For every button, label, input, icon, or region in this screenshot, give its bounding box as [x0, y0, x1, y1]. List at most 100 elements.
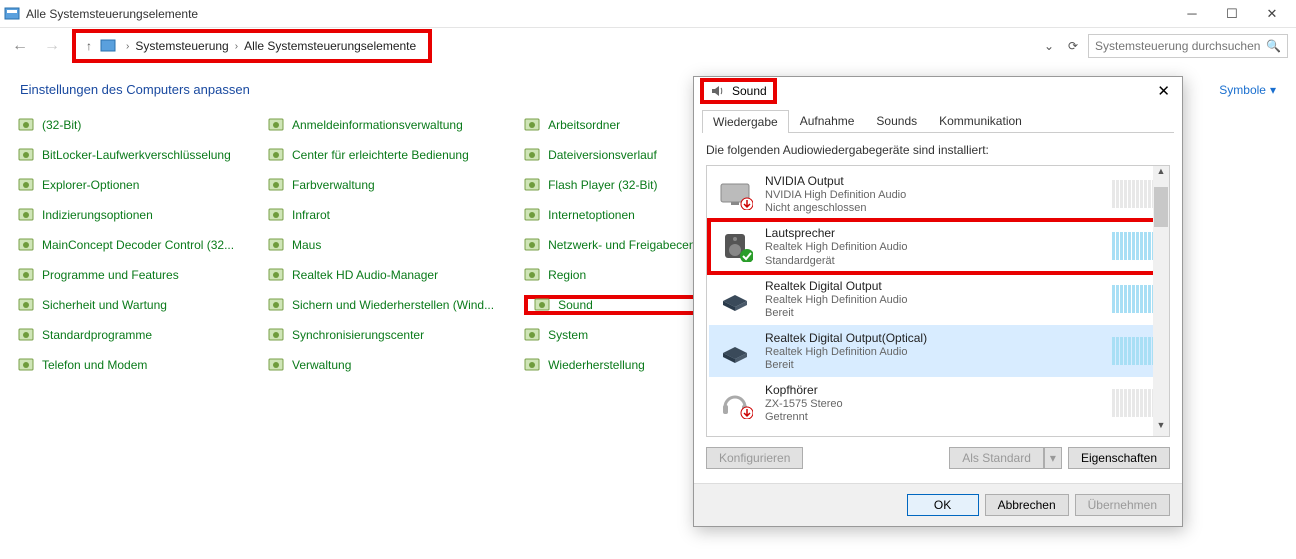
cp-item-icon: [268, 177, 284, 193]
cp-item-center-f-r-erleichterte-bedienung[interactable]: Center für erleichterte Bedienung: [268, 145, 494, 165]
cp-item-bitlocker-laufwerkverschl-sselung[interactable]: BitLocker-Laufwerkverschlüsselung: [18, 145, 238, 165]
device-status: Bereit: [765, 307, 1100, 319]
cp-item-label: Arbeitsordner: [548, 118, 620, 132]
search-box[interactable]: 🔍: [1088, 34, 1288, 58]
cp-item-label: Infrarot: [292, 208, 330, 222]
device-row[interactable]: Realtek Digital Output(Optical)Realtek H…: [709, 325, 1167, 377]
control-panel-icon: [100, 38, 116, 54]
scroll-up-button[interactable]: ▲: [1153, 166, 1169, 182]
forward-button[interactable]: →: [40, 37, 64, 55]
cp-item-32-bit[interactable]: (32-Bit): [18, 115, 238, 135]
apply-button[interactable]: Übernehmen: [1075, 494, 1170, 516]
cp-item-icon: [18, 147, 34, 163]
device-driver: Realtek High Definition Audio: [765, 293, 1100, 307]
cp-item-synchronisierungscenter[interactable]: Synchronisierungscenter: [268, 325, 494, 345]
breadcrumb[interactable]: ↑ › Systemsteuerung › Alle Systemsteueru…: [72, 29, 432, 63]
breadcrumb-root[interactable]: Systemsteuerung: [135, 39, 228, 53]
device-icon: [717, 336, 753, 366]
cp-item-label: MainConcept Decoder Control (32...: [42, 238, 234, 252]
window-title: Alle Systemsteuerungselemente: [26, 7, 1172, 21]
configure-button[interactable]: Konfigurieren: [706, 447, 803, 469]
view-label: Symbole: [1219, 83, 1266, 97]
cp-item-icon: [268, 267, 284, 283]
tab-strip: WiedergabeAufnahmeSoundsKommunikation: [702, 109, 1174, 133]
cp-item-standardprogramme[interactable]: Standardprogramme: [18, 325, 238, 345]
dialog-titlebar: Sound ✕: [694, 77, 1182, 105]
cp-item-infrarot[interactable]: Infrarot: [268, 205, 494, 225]
cp-item-verwaltung[interactable]: Verwaltung: [268, 355, 494, 375]
device-status: Standardgerät: [765, 255, 1100, 267]
device-status: Bereit: [765, 359, 1100, 371]
cp-item-label: Wiederherstellung: [548, 358, 645, 372]
device-driver: NVIDIA High Definition Audio: [765, 188, 1100, 202]
cp-item-label: Explorer-Optionen: [42, 178, 139, 192]
cp-item-realtek-hd-audio-manager[interactable]: Realtek HD Audio-Manager: [268, 265, 494, 285]
cp-item-indizierungsoptionen[interactable]: Indizierungsoptionen: [18, 205, 238, 225]
cp-item-farbverwaltung[interactable]: Farbverwaltung: [268, 175, 494, 195]
cp-item-label: Center für erleichterte Bedienung: [292, 148, 469, 162]
close-button[interactable]: ✕: [1252, 2, 1292, 26]
maximize-button[interactable]: ☐: [1212, 2, 1252, 26]
device-icon: [717, 231, 753, 261]
scroll-down-button[interactable]: ▼: [1153, 420, 1169, 436]
cp-item-maus[interactable]: Maus: [268, 235, 494, 255]
up-button[interactable]: ↑: [86, 39, 92, 53]
breadcrumb-leaf[interactable]: Alle Systemsteuerungselemente: [244, 39, 416, 53]
properties-button[interactable]: Eigenschaften: [1068, 447, 1170, 469]
search-icon: 🔍: [1266, 39, 1281, 53]
cp-item-icon: [268, 357, 284, 373]
search-input[interactable]: [1095, 39, 1266, 53]
cp-item-label: Synchronisierungscenter: [292, 328, 424, 342]
cp-item-label: Farbverwaltung: [292, 178, 375, 192]
cp-item-sichern-und-wiederherstellen-wind[interactable]: Sichern und Wiederherstellen (Wind...: [268, 295, 494, 315]
device-driver: Realtek High Definition Audio: [765, 240, 1100, 254]
cp-item-explorer-optionen[interactable]: Explorer-Optionen: [18, 175, 238, 195]
cp-item-mainconcept-decoder-control-32[interactable]: MainConcept Decoder Control (32...: [18, 235, 238, 255]
cp-column: Anmeldeinformationsverwaltung Center für …: [268, 115, 494, 375]
speaker-icon: [710, 83, 726, 99]
minimize-button[interactable]: ─: [1172, 2, 1212, 26]
device-name: NVIDIA Output: [765, 174, 1100, 188]
cp-item-sicherheit-und-wartung[interactable]: Sicherheit und Wartung: [18, 295, 238, 315]
dialog-close-button[interactable]: ✕: [1151, 82, 1176, 100]
chevron-right-icon: ›: [235, 41, 238, 52]
device-row[interactable]: Realtek Digital OutputRealtek High Defin…: [709, 273, 1167, 325]
cp-item-programme-und-features[interactable]: Programme und Features: [18, 265, 238, 285]
tab-aufnahme[interactable]: Aufnahme: [789, 109, 866, 132]
device-icon: [717, 388, 753, 418]
cp-item-icon: [524, 117, 540, 133]
device-row[interactable]: LautsprecherRealtek High Definition Audi…: [707, 218, 1169, 274]
ok-button[interactable]: OK: [907, 494, 979, 516]
cancel-button[interactable]: Abbrechen: [985, 494, 1069, 516]
cp-item-icon: [18, 267, 34, 283]
cp-item-telefon-und-modem[interactable]: Telefon und Modem: [18, 355, 238, 375]
control-panel-icon: [4, 6, 20, 22]
cp-item-label: Verwaltung: [292, 358, 351, 372]
cp-item-label: (32-Bit): [42, 118, 81, 132]
cp-item-icon: [18, 237, 34, 253]
cp-item-label: Netzwerk- und Freigabecenter: [548, 238, 709, 252]
cp-item-icon: [268, 147, 284, 163]
device-status: Nicht angeschlossen: [765, 202, 1100, 214]
cp-item-label: Realtek HD Audio-Manager: [292, 268, 438, 282]
tab-wiedergabe[interactable]: Wiedergabe: [702, 110, 789, 133]
tab-kommunikation[interactable]: Kommunikation: [928, 109, 1033, 132]
cp-item-icon: [18, 327, 34, 343]
refresh-button[interactable]: ⟳: [1064, 39, 1082, 53]
set-default-menu-button[interactable]: ▾: [1044, 447, 1062, 469]
set-default-label[interactable]: Als Standard: [949, 447, 1044, 469]
scroll-thumb[interactable]: [1154, 187, 1168, 227]
cp-item-label: Sichern und Wiederherstellen (Wind...: [292, 298, 494, 312]
address-dropdown-button[interactable]: ⌄: [1040, 39, 1058, 53]
device-row[interactable]: KopfhörerZX-1575 StereoGetrennt: [709, 377, 1167, 429]
back-button[interactable]: ←: [8, 37, 32, 55]
device-row[interactable]: NVIDIA OutputNVIDIA High Definition Audi…: [709, 168, 1167, 220]
chevron-down-icon: ▾: [1270, 83, 1276, 97]
cp-item-anmeldeinformationsverwaltung[interactable]: Anmeldeinformationsverwaltung: [268, 115, 494, 135]
tab-sounds[interactable]: Sounds: [865, 109, 928, 132]
view-toggle[interactable]: Symbole ▾: [1219, 83, 1276, 97]
toolbar: ← → ↑ › Systemsteuerung › Alle Systemste…: [0, 28, 1296, 64]
set-default-button[interactable]: Als Standard ▾: [949, 447, 1062, 469]
device-icon: [717, 284, 753, 314]
scrollbar[interactable]: ▲ ▼: [1153, 166, 1169, 436]
